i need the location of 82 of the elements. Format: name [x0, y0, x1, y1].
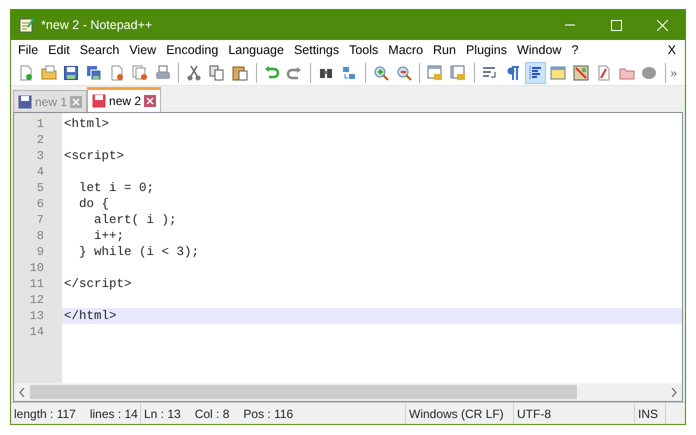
- notepad-icon: [19, 17, 35, 33]
- code-line: do {: [78, 197, 110, 211]
- line-number: 14: [30, 325, 44, 339]
- scroll-left-icon[interactable]: [19, 388, 25, 396]
- insert-mode: INS: [638, 406, 658, 422]
- menu-item[interactable]: Settings: [288, 40, 344, 60]
- menu-item[interactable]: Run: [428, 40, 461, 60]
- line-count: lines : 14: [90, 406, 138, 422]
- line-number: 7: [36, 213, 44, 227]
- close-document-button[interactable]: X: [662, 40, 681, 60]
- close-document-icon: [109, 64, 126, 80]
- line-number: 2: [36, 133, 44, 147]
- code-line: alert( i );: [93, 213, 177, 227]
- encoding-label: UTF-8: [517, 406, 551, 422]
- cursor-position: Pos : 116: [243, 406, 294, 422]
- document-map-icon: [572, 64, 589, 80]
- menu-item[interactable]: Edit: [43, 40, 75, 60]
- redo-icon: [286, 64, 302, 80]
- menu-item[interactable]: Search: [74, 40, 124, 60]
- more-tools-button[interactable]: »: [670, 64, 677, 82]
- document-length: length : 117: [14, 406, 76, 422]
- undo-icon: [264, 64, 280, 80]
- menu-item[interactable]: Language: [223, 40, 289, 60]
- menu-item[interactable]: Macro: [383, 40, 428, 60]
- menu-item[interactable]: ?: [566, 40, 584, 60]
- line-number: 9: [36, 245, 44, 259]
- code-line: </script>: [64, 277, 132, 291]
- line-number: 6: [36, 197, 44, 211]
- code-line: </html>: [64, 309, 117, 323]
- pilcrow-icon: [504, 64, 521, 80]
- close-tab-icon[interactable]: [70, 96, 82, 108]
- menu-item[interactable]: Encoding: [161, 40, 224, 60]
- document-tab[interactable]: new 2: [87, 87, 162, 112]
- menu-item[interactable]: File: [13, 40, 44, 60]
- code-line: <script>: [64, 149, 124, 163]
- maximize-icon: [610, 20, 622, 30]
- tab-label: new 1: [35, 94, 68, 110]
- toolbar-button[interactable]: [524, 62, 546, 84]
- menu-item[interactable]: Plugins: [460, 40, 512, 60]
- close-icon: [656, 20, 668, 30]
- window-title: *new 2 - Notepad++: [41, 16, 152, 34]
- line-number: 4: [36, 165, 44, 179]
- new-document-icon: [18, 64, 34, 80]
- code-line: i++;: [93, 229, 124, 243]
- close-all-icon: [132, 64, 148, 80]
- function-list-icon: [596, 64, 612, 80]
- zoom-out-icon: [396, 64, 412, 80]
- indent-guide-icon: [527, 64, 544, 80]
- record-icon: [641, 64, 658, 80]
- save-icon: [18, 94, 32, 108]
- line-number: 8: [36, 229, 44, 243]
- code-line: <html>: [64, 117, 110, 131]
- print-icon: [154, 64, 171, 80]
- menu-item[interactable]: View: [124, 40, 162, 60]
- panel-icon: [550, 64, 566, 80]
- code-line: let i = 0;: [78, 181, 154, 195]
- line-number: 11: [30, 277, 44, 291]
- scissors-icon: [186, 64, 202, 80]
- cursor-line: Ln : 13: [144, 406, 181, 422]
- line-number: 13: [30, 309, 44, 323]
- menu-item[interactable]: Window: [512, 40, 566, 60]
- word-wrap-icon: [482, 64, 498, 80]
- save-icon: [63, 64, 80, 80]
- line-ending: Windows (CR LF): [409, 406, 504, 422]
- line-number: 5: [36, 181, 44, 195]
- save-all-icon: [86, 64, 102, 80]
- line-number: 12: [30, 293, 44, 307]
- line-number: 3: [36, 149, 44, 163]
- code-line: } while (i < 3);: [78, 245, 200, 259]
- horizontal-scrollbar[interactable]: [14, 383, 682, 401]
- paste-icon: [232, 64, 248, 80]
- save-icon: [92, 94, 106, 108]
- line-number: 1: [36, 117, 44, 131]
- scroll-right-icon[interactable]: [671, 388, 677, 396]
- cursor-column: Col : 8: [194, 404, 230, 422]
- folder-icon: [40, 64, 57, 80]
- zoom-in-icon: [372, 64, 389, 80]
- menu-item[interactable]: Tools: [344, 40, 384, 60]
- copy-icon: [209, 64, 226, 80]
- tab-label: new 2: [109, 93, 142, 110]
- line-number: 10: [30, 261, 44, 275]
- close-tab-icon[interactable]: [144, 95, 156, 107]
